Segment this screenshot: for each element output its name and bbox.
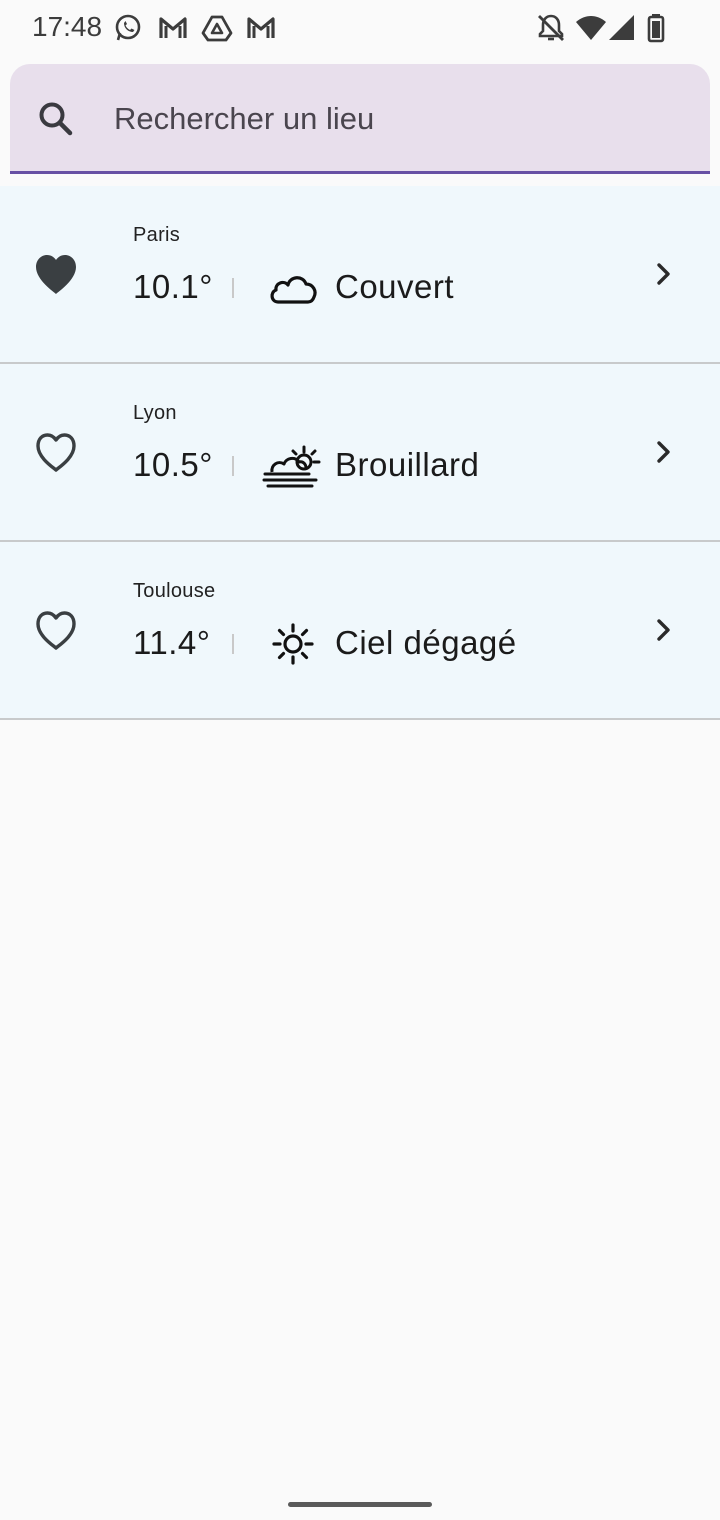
drive-icon — [201, 12, 233, 44]
status-time: 17:48 — [32, 11, 103, 42]
heart-filled-icon[interactable] — [30, 250, 82, 298]
city-item-toulouse[interactable]: Toulouse 11.4° Ciel dégagé — [0, 542, 720, 720]
heart-outline-icon[interactable] — [30, 428, 82, 476]
sun-icon — [262, 616, 324, 672]
city-name: Paris — [133, 224, 181, 246]
city-list: Paris 10.1° Couvert Lyon 10.5° Brouillar… — [0, 186, 720, 720]
city-name: Lyon — [133, 402, 177, 424]
gmail-icon — [157, 12, 189, 44]
search-input[interactable] — [114, 92, 674, 146]
weather-condition: Brouillard — [335, 446, 480, 483]
whatsapp-icon — [112, 12, 144, 44]
heart-outline-icon[interactable] — [30, 606, 82, 654]
divider — [232, 634, 234, 654]
chevron-right-icon[interactable] — [648, 258, 680, 290]
city-name: Toulouse — [133, 580, 216, 602]
divider — [232, 278, 234, 298]
signal-icon — [606, 12, 638, 44]
status-bar: 17:48 — [0, 0, 720, 56]
wifi-icon — [575, 12, 607, 44]
search-icon[interactable] — [36, 99, 76, 139]
city-item-lyon[interactable]: Lyon 10.5° Brouillard — [0, 364, 720, 542]
battery-icon — [640, 12, 672, 44]
weather-condition: Ciel dégagé — [335, 624, 517, 661]
divider — [232, 456, 234, 476]
chevron-right-icon[interactable] — [648, 614, 680, 646]
city-temperature: 10.1° — [133, 268, 213, 305]
city-temperature: 11.4° — [133, 624, 211, 661]
gesture-navigation-handle[interactable] — [288, 1502, 432, 1507]
weather-condition: Couvert — [335, 268, 455, 305]
chevron-right-icon[interactable] — [648, 436, 680, 468]
city-item-paris[interactable]: Paris 10.1° Couvert — [0, 186, 720, 364]
notifications-off-icon — [535, 12, 567, 44]
search-bar[interactable] — [10, 64, 710, 174]
cloud-icon — [262, 260, 324, 316]
gmail-icon — [245, 12, 277, 44]
fog-icon — [262, 438, 324, 494]
city-temperature: 10.5° — [133, 446, 213, 483]
